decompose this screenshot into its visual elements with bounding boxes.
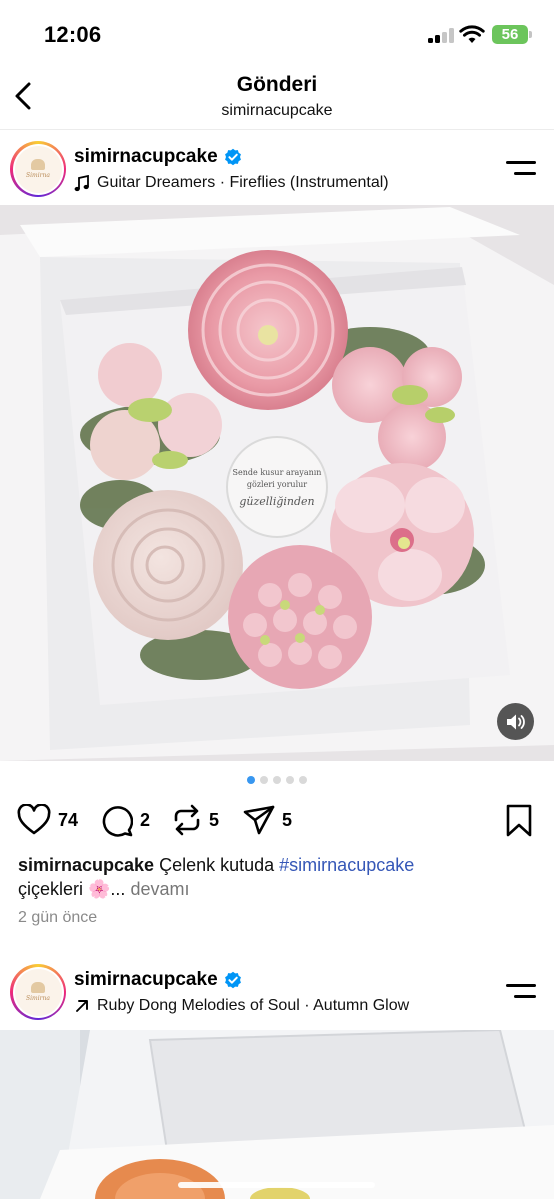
battery-icon: 56 — [492, 25, 528, 44]
post-options-button[interactable] — [506, 982, 538, 1002]
speaker-icon — [506, 714, 525, 729]
repost-icon — [174, 804, 200, 836]
battery-level: 56 — [501, 26, 519, 43]
wifi-icon — [459, 25, 485, 43]
page-title: Gönderi — [236, 73, 318, 96]
mute-toggle-button[interactable] — [497, 703, 534, 740]
carousel-indicator — [0, 776, 554, 784]
comment-bubble-icon — [102, 805, 133, 837]
repost-button[interactable]: 5 — [172, 802, 219, 838]
nav-header: Gönderi simirnacupcake — [0, 62, 554, 130]
status-time: 12:06 — [44, 22, 102, 47]
audio-track-label: Guitar Dreamers · Fireflies (Instrumenta… — [97, 174, 389, 191]
carousel-dot-5 — [299, 776, 307, 784]
caption-hashtag[interactable]: #simirnacupcake — [279, 855, 414, 875]
cupcake-wreath-photo: Sende kusur arayanın gözleri yorulur güz… — [0, 205, 554, 761]
post-options-button[interactable] — [506, 159, 538, 179]
brand-logo: Simirna — [14, 145, 62, 193]
username-text[interactable]: simirnacupcake — [74, 969, 218, 991]
carousel-dot-4 — [286, 776, 294, 784]
post-image[interactable]: Sende kusur arayanın gözleri yorulur güz… — [0, 205, 554, 761]
carousel-dot-3 — [273, 776, 281, 784]
audio-track[interactable]: Guitar Dreamers · Fireflies (Instrumenta… — [74, 174, 389, 192]
avatar[interactable]: Simirna — [10, 141, 66, 197]
arrow-up-right-icon — [76, 1000, 88, 1012]
battery-tip — [529, 31, 532, 38]
cellular-signal-icon — [428, 27, 454, 43]
audio-track-label: Ruby Dong Melodies of Soul · Autumn Glow — [97, 997, 410, 1014]
card-line-2: gözleri yorulur — [247, 480, 307, 489]
next-post-header: Simirna simirnacupcake Ruby Dong Melodie… — [0, 954, 554, 1030]
caption-username[interactable]: simirnacupcake — [18, 855, 154, 875]
next-post-image[interactable] — [0, 1030, 554, 1199]
verified-badge-icon — [224, 971, 241, 989]
cupcake-box-photo — [0, 1030, 554, 1199]
comment-count: 2 — [140, 809, 151, 830]
username-text[interactable]: simirnacupcake — [74, 146, 218, 168]
brand-logo: Simirna — [14, 968, 62, 1016]
heart-icon — [17, 804, 51, 835]
post-header: Simirna simirnacupcake Guitar Dreamers ·… — [0, 131, 554, 207]
share-button[interactable]: 5 — [243, 802, 292, 838]
audio-track[interactable]: Ruby Dong Melodies of Soul · Autumn Glow — [74, 997, 409, 1015]
post-username[interactable]: simirnacupcake — [74, 969, 242, 991]
status-bar: 12:06 56 — [0, 0, 554, 62]
bookmark-icon[interactable] — [503, 804, 535, 838]
send-icon — [243, 805, 275, 835]
card-line-3: güzelliğinden — [239, 495, 314, 508]
music-note-icon — [74, 174, 89, 191]
post-actions: 74 2 5 5 — [0, 802, 554, 842]
comment-button[interactable]: 2 — [100, 802, 150, 838]
caption-more-link[interactable]: devamı — [130, 879, 189, 899]
like-button[interactable]: 74 — [17, 802, 78, 838]
carousel-dot-2 — [260, 776, 268, 784]
share-count: 5 — [282, 809, 293, 830]
post-timestamp: 2 gün önce — [18, 909, 98, 926]
caption-text: Çelenk kutuda — [159, 855, 280, 875]
avatar[interactable]: Simirna — [10, 964, 66, 1020]
post-username[interactable]: simirnacupcake — [74, 146, 242, 168]
caption-line-2: çiçekleri 🌸... — [18, 879, 126, 899]
repost-count: 5 — [209, 809, 220, 830]
carousel-dot-1 — [247, 776, 255, 784]
verified-badge-icon — [224, 148, 241, 166]
card-line-1: Sende kusur arayanın — [233, 468, 322, 477]
like-count: 74 — [58, 809, 79, 830]
home-indicator[interactable] — [178, 1182, 375, 1188]
page-subtitle: simirnacupcake — [221, 102, 333, 119]
post-caption: simirnacupcake Çelenk kutuda #simirnacup… — [18, 853, 538, 901]
